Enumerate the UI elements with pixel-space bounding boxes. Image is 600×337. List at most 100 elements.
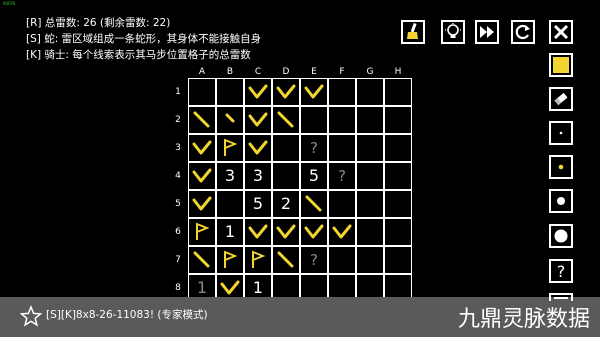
board-cell-g7[interactable]	[356, 246, 384, 274]
board-cell-f5[interactable]	[328, 190, 356, 218]
board-cell-g6[interactable]	[356, 218, 384, 246]
dot-medium-tool[interactable]	[549, 189, 573, 213]
mine-mark-icon	[192, 196, 212, 211]
rules-panel: [R] 总雷数: 26 (剩余雷数: 22) [S] 蛇: 雷区域组成一条蛇形，…	[26, 15, 261, 63]
board-cell-b7[interactable]	[216, 246, 244, 274]
board-cell-h5[interactable]	[384, 190, 412, 218]
board-cell-h2[interactable]	[384, 106, 412, 134]
board-cell-a2[interactable]	[188, 106, 216, 134]
mine-mark-icon	[304, 84, 324, 99]
board-cell-h3[interactable]	[384, 134, 412, 162]
board-cell-d5[interactable]: 2	[272, 190, 300, 218]
skip-button[interactable]	[475, 20, 499, 44]
board-cell-c4[interactable]: 3	[244, 162, 272, 190]
board-cell-e4[interactable]: 5	[300, 162, 328, 190]
board-cell-g3[interactable]	[356, 134, 384, 162]
mine-mark-icon	[304, 224, 324, 239]
hint-brush-button[interactable]	[401, 20, 425, 44]
restart-icon	[515, 24, 530, 40]
board-cell-c2[interactable]	[244, 106, 272, 134]
medium-dot-icon	[557, 197, 565, 205]
mine-mark-icon	[248, 112, 268, 127]
clue-number: 1	[224, 222, 236, 241]
question-tool-label: ?	[557, 262, 566, 281]
slash-mark-icon	[305, 195, 322, 212]
board-cell-d6[interactable]	[272, 218, 300, 246]
board-cell-b4[interactable]: 3	[216, 162, 244, 190]
board-cell-e1[interactable]	[300, 78, 328, 106]
board-cell-d2[interactable]	[272, 106, 300, 134]
col-label-a: A	[198, 67, 206, 77]
board-cell-h7[interactable]	[384, 246, 412, 274]
board-cell-b5[interactable]	[216, 190, 244, 218]
board-cell-g1[interactable]	[356, 78, 384, 106]
eraser-icon	[554, 92, 568, 106]
board-cell-c5[interactable]: 5	[244, 190, 272, 218]
lightbulb-icon	[445, 23, 461, 38]
board-cell-h6[interactable]	[384, 218, 412, 246]
mine-mark-icon	[248, 84, 268, 99]
board-cell-a6[interactable]	[188, 218, 216, 246]
board-cell-g4[interactable]	[356, 162, 384, 190]
board-cell-f6[interactable]	[328, 218, 356, 246]
board-cell-b1[interactable]	[216, 78, 244, 106]
board-cell-a5[interactable]	[188, 190, 216, 218]
dot-small-tool[interactable]	[549, 121, 573, 145]
board-cell-f3[interactable]	[328, 134, 356, 162]
unknown-mark: ?	[310, 251, 318, 269]
board-cell-c3[interactable]	[244, 134, 272, 162]
board-cell-c7[interactable]	[244, 246, 272, 274]
board-cell-a7[interactable]	[188, 246, 216, 274]
close-button[interactable]	[549, 20, 573, 44]
lightbulb-button[interactable]	[441, 20, 465, 44]
brush-icon	[407, 22, 418, 39]
board-cell-b3[interactable]	[216, 134, 244, 162]
col-label-f: F	[339, 67, 345, 77]
board-cell-c1[interactable]	[244, 78, 272, 106]
large-dot-icon	[554, 229, 568, 243]
fill-yellow-tool[interactable]	[549, 53, 573, 77]
slash-mark-icon	[193, 111, 210, 128]
board-cell-e6[interactable]	[300, 218, 328, 246]
dot-yellow-tool[interactable]	[549, 155, 573, 179]
flag-icon	[224, 250, 238, 268]
board-cell-h1[interactable]	[384, 78, 412, 106]
board-cell-h4[interactable]	[384, 162, 412, 190]
col-label-h: H	[394, 67, 402, 77]
board-cell-a3[interactable]	[188, 134, 216, 162]
unknown-mark: ?	[310, 139, 318, 157]
board-cell-e5[interactable]	[300, 190, 328, 218]
board-cell-b6[interactable]: 1	[216, 218, 244, 246]
board-cell-c6[interactable]	[244, 218, 272, 246]
restart-button[interactable]	[511, 20, 535, 44]
short-slash-mark-icon	[225, 113, 235, 123]
board-cell-f7[interactable]	[328, 246, 356, 274]
board-cell-b2[interactable]	[216, 106, 244, 134]
clue-number: 5	[308, 166, 320, 185]
question-tool[interactable]: ?	[549, 259, 573, 283]
board-cell-g2[interactable]	[356, 106, 384, 134]
board-cell-f1[interactable]	[328, 78, 356, 106]
board-cell-f4[interactable]: ?	[328, 162, 356, 190]
board-cell-g5[interactable]	[356, 190, 384, 218]
board-cell-e2[interactable]	[300, 106, 328, 134]
menu-tool[interactable]	[549, 293, 573, 301]
board-cell-a1[interactable]	[188, 78, 216, 106]
board-cell-d3[interactable]	[272, 134, 300, 162]
board-cell-a4[interactable]	[188, 162, 216, 190]
mine-mark-icon	[192, 140, 212, 155]
question-mark-icon: ?	[557, 262, 566, 281]
board-cell-d7[interactable]	[272, 246, 300, 274]
eraser-tool[interactable]	[549, 87, 573, 111]
rule-snake: [S] 蛇: 雷区域组成一条蛇形，其身体不能接触自身	[26, 33, 262, 45]
dot-large-tool[interactable]	[549, 224, 573, 248]
board-cell-f2[interactable]	[328, 106, 356, 134]
board-cell-e7[interactable]: ?	[300, 246, 328, 274]
star-icon[interactable]	[20, 305, 42, 327]
board-cell-e3[interactable]: ?	[300, 134, 328, 162]
slash-mark-icon	[193, 251, 210, 268]
mine-mark-icon	[248, 224, 268, 239]
board-cell-d1[interactable]	[272, 78, 300, 106]
board-cell-d4[interactable]	[272, 162, 300, 190]
col-label-e: E	[311, 67, 317, 77]
